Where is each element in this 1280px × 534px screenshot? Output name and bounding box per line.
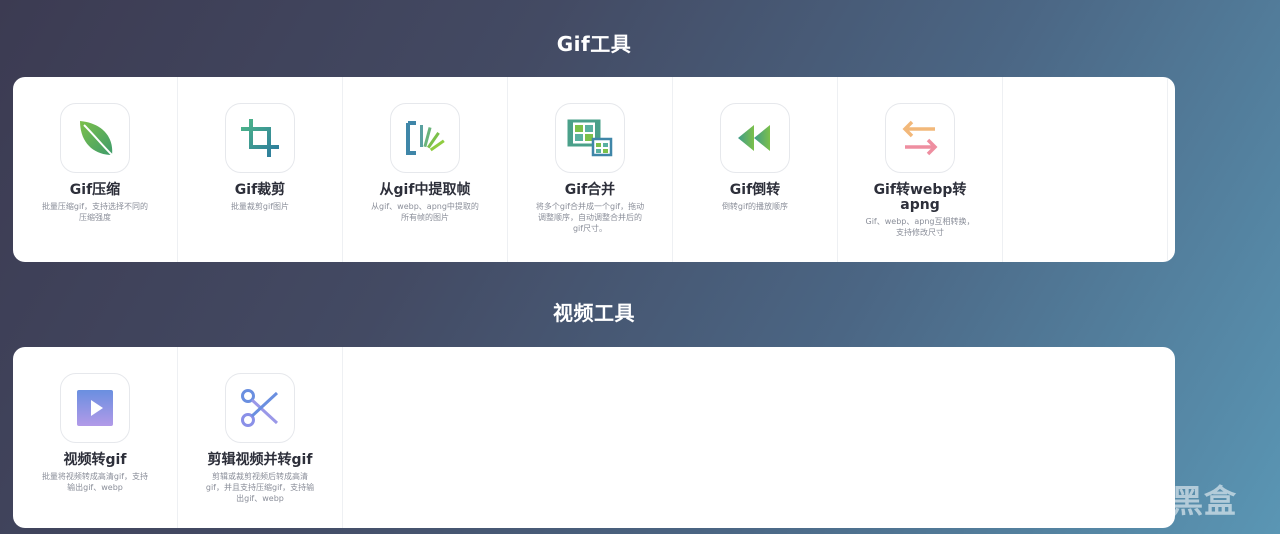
tool-gif-crop[interactable]: Gif裁剪 批量裁剪gif图片 bbox=[178, 77, 343, 262]
tool-icon-box bbox=[555, 103, 625, 173]
tool-desc: 批量将视频转成高清gif，支持输出gif、webp bbox=[41, 472, 149, 492]
tool-icon-box bbox=[225, 103, 295, 173]
gif-tools-panel: Gif压缩 批量压缩gif，支持选择不同的压缩强度 Gif裁剪 批量裁剪gif图… bbox=[13, 77, 1175, 262]
rewind-icon bbox=[738, 125, 770, 151]
film-merge-icon bbox=[567, 119, 613, 157]
tool-name: 视频转gif bbox=[63, 452, 127, 468]
heybox-logo-icon bbox=[1090, 480, 1130, 518]
tool-name: Gif合并 bbox=[564, 182, 616, 198]
watermark: 小黑盒 bbox=[1088, 476, 1237, 522]
convert-arrows-icon bbox=[902, 120, 938, 156]
tool-name: 从gif中提取帧 bbox=[379, 182, 471, 198]
tool-desc: 将多个gif合并成一个gif，拖动调整顺序，自动调整合并后的gif尺寸。 bbox=[535, 202, 645, 233]
video-tools-heading: 视频工具 bbox=[553, 301, 635, 325]
empty-slot bbox=[1003, 77, 1168, 262]
tool-gif-reverse[interactable]: Gif倒转 倒转gif的播放顺序 bbox=[673, 77, 838, 262]
tool-gif-merge[interactable]: Gif合并 将多个gif合并成一个gif，拖动调整顺序，自动调整合并后的gif尺… bbox=[508, 77, 673, 262]
crop-icon bbox=[241, 119, 279, 157]
tool-gif-compress[interactable]: Gif压缩 批量压缩gif，支持选择不同的压缩强度 bbox=[13, 77, 178, 262]
tool-desc: 剪辑或裁剪视频后转成高清gif，并且支持压缩gif，支持输出gif、webp bbox=[205, 472, 315, 503]
tool-desc: 从gif、webp、apng中提取的所有帧的图片 bbox=[371, 202, 479, 222]
tool-desc: 倒转gif的播放顺序 bbox=[721, 202, 789, 211]
video-tools-panel: 视频转gif 批量将视频转成高清gif，支持输出gif、webp 剪辑视频并转g… bbox=[13, 347, 1175, 528]
tool-name: Gif裁剪 bbox=[234, 182, 286, 198]
tool-icon-box bbox=[60, 103, 130, 173]
tool-name: 剪辑视频并转gif bbox=[207, 452, 313, 468]
scissors-icon bbox=[241, 389, 279, 427]
tool-gif-convert[interactable]: Gif转webp转apng Gif、webp、apng互相转换，支持修改尺寸 bbox=[838, 77, 1003, 262]
gif-tools-heading: Gif工具 bbox=[556, 32, 632, 56]
video-play-icon bbox=[77, 390, 113, 426]
tool-video-to-gif[interactable]: 视频转gif 批量将视频转成高清gif，支持输出gif、webp bbox=[13, 347, 178, 528]
tool-name: Gif倒转 bbox=[729, 182, 781, 198]
tool-name: Gif转webp转apng bbox=[873, 182, 967, 213]
tool-extract-frames[interactable]: 从gif中提取帧 从gif、webp、apng中提取的所有帧的图片 bbox=[343, 77, 508, 262]
tool-name: Gif压缩 bbox=[69, 182, 121, 198]
watermark-text: 小黑盒 bbox=[1138, 482, 1238, 520]
tool-icon-box bbox=[885, 103, 955, 173]
tool-clip-video-to-gif[interactable]: 剪辑视频并转gif 剪辑或裁剪视频后转成高清gif，并且支持压缩gif，支持输出… bbox=[178, 347, 343, 528]
tool-icon-box bbox=[225, 373, 295, 443]
extract-frames-icon bbox=[406, 121, 445, 155]
leaf-icon bbox=[80, 121, 113, 156]
tool-desc: Gif、webp、apng互相转换，支持修改尺寸 bbox=[865, 217, 975, 237]
tool-icon-box bbox=[390, 103, 460, 173]
tool-icon-box bbox=[60, 373, 130, 443]
tool-desc: 批量压缩gif，支持选择不同的压缩强度 bbox=[41, 202, 149, 222]
tool-desc: 批量裁剪gif图片 bbox=[230, 202, 290, 211]
tool-icon-box bbox=[720, 103, 790, 173]
